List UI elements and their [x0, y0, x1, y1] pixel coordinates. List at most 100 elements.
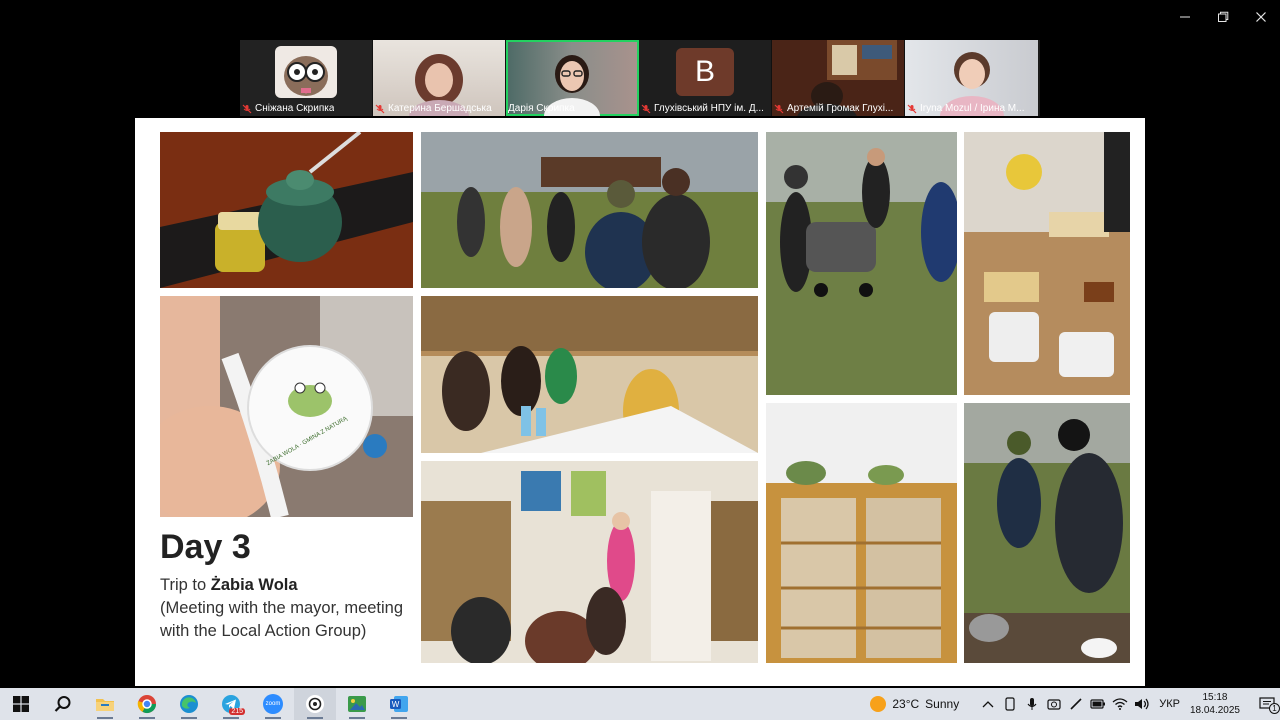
mic-muted-icon — [242, 104, 252, 113]
language-indicator[interactable]: УКР — [1159, 698, 1180, 710]
running-indicator — [97, 717, 113, 719]
volume-icon — [1135, 698, 1149, 710]
zoom-icon-label: zoom — [265, 701, 281, 707]
chrome-button[interactable] — [126, 688, 168, 720]
running-indicator — [265, 717, 281, 719]
weather-widget[interactable]: 23°C Sunny — [870, 696, 959, 712]
screen: Сніжана Скрипка Катерина Бершадська Дарі… — [0, 0, 1280, 720]
notifications-button[interactable]: 1 — [1254, 688, 1280, 720]
windows-logo-icon — [13, 696, 29, 712]
microphone-button[interactable] — [1022, 697, 1042, 711]
participant-tile-active[interactable]: Дарія Скрипка — [506, 40, 639, 116]
chrome-icon — [137, 695, 156, 714]
chevron-up-icon — [982, 701, 994, 708]
battery-icon — [1090, 699, 1106, 709]
taskbar: 215 zoom W 23°C Sunny УКР 15:18 18.04.20… — [0, 688, 1280, 720]
participant-tile[interactable]: B Глухівський НПУ ім. Д... — [639, 40, 772, 116]
pen-icon — [1070, 698, 1082, 710]
minimize-icon — [1180, 16, 1190, 18]
svg-text:W: W — [392, 700, 400, 709]
running-indicator — [181, 717, 197, 719]
participant-tile[interactable]: Iryna Mozul / Ірина М... — [905, 40, 1038, 116]
photo-frog-jar — [160, 132, 413, 288]
running-indicator — [391, 717, 407, 719]
start-button[interactable] — [0, 688, 42, 720]
participant-name: Дарія Скрипка — [508, 103, 575, 114]
slide-title: Day 3 — [160, 528, 251, 566]
mic-muted-icon — [375, 104, 385, 113]
close-button[interactable] — [1242, 0, 1280, 34]
file-explorer-button[interactable] — [84, 688, 126, 720]
minimize-button[interactable] — [1166, 0, 1204, 34]
zoom-icon: zoom — [263, 694, 283, 714]
wifi-icon — [1112, 698, 1128, 710]
restore-button[interactable] — [1204, 0, 1242, 34]
word-button[interactable]: W — [378, 688, 420, 720]
chatgpt-button[interactable] — [294, 688, 336, 720]
participant-name: Артемій Громак Глухі... — [774, 103, 902, 114]
close-icon — [1256, 12, 1266, 22]
chatgpt-icon — [306, 695, 324, 713]
photo-badge: ŻABIA WOLA · GMINA Z NATURĄ — [160, 296, 413, 517]
participant-name: Глухівський НПУ ім. Д... — [641, 103, 769, 114]
gallery-icon — [348, 696, 366, 712]
restore-icon — [1218, 11, 1229, 22]
running-indicator — [139, 717, 155, 719]
trip-description: Trip to Żabia Wola (Meeting with the may… — [160, 574, 410, 643]
edge-button[interactable] — [168, 688, 210, 720]
photo-table-group — [421, 296, 758, 453]
zoom-button[interactable]: zoom — [252, 688, 294, 720]
initial-avatar: B — [676, 48, 734, 96]
mic-muted-icon — [641, 104, 651, 113]
participant-name: Сніжана Скрипка — [242, 103, 370, 114]
folder-icon — [96, 699, 114, 711]
weather-text: Sunny — [925, 697, 960, 711]
volume-button[interactable] — [1132, 698, 1152, 710]
participant-tile[interactable]: Артемій Громак Глухі... — [772, 40, 905, 116]
telegram-unread-badge: 215 — [229, 708, 245, 715]
battery-button[interactable] — [1088, 698, 1108, 710]
tray-app-icon[interactable] — [1044, 697, 1064, 711]
telegram-button[interactable]: 215 — [210, 688, 252, 720]
tray-app-icon[interactable] — [1066, 697, 1086, 711]
trip-prefix: Trip to — [160, 576, 211, 594]
photo-park-stroller — [766, 132, 957, 395]
photo-meeting-room — [421, 461, 758, 663]
edge-icon — [180, 695, 198, 713]
search-icon — [54, 696, 71, 712]
running-indicator — [223, 717, 239, 719]
clock-time: 15:18 — [1202, 692, 1228, 703]
shared-slide: ŻABIA WOLA · GMINA Z NATURĄ Day 3 Trip t… — [135, 118, 1145, 686]
photo-food-table — [964, 132, 1130, 395]
running-indicator — [349, 717, 365, 719]
show-hidden-icons-button[interactable] — [978, 700, 998, 708]
word-icon: W — [390, 696, 408, 712]
participant-tile[interactable]: Сніжана Скрипка — [240, 40, 373, 116]
system-tray: 23°C Sunny УКР 15:18 18.04.2025 1 — [870, 688, 1280, 720]
wifi-button[interactable] — [1110, 698, 1130, 710]
participant-name: Iryna Mozul / Ірина М... — [907, 103, 1036, 114]
mic-muted-icon — [907, 104, 917, 113]
tray-app-icon[interactable] — [1000, 697, 1020, 711]
search-button[interactable] — [42, 688, 84, 720]
mic-muted-icon — [774, 104, 784, 113]
window-controls — [1166, 0, 1280, 34]
clock-date: 18.04.2025 — [1189, 705, 1240, 716]
weather-temp: 23°C — [892, 697, 920, 711]
photo-museum-shelves — [766, 403, 957, 663]
camera-icon — [1047, 699, 1061, 710]
gallery-button[interactable] — [336, 688, 378, 720]
participant-tile[interactable]: Катерина Бершадська — [373, 40, 506, 116]
owl-avatar-icon — [275, 46, 337, 98]
trip-details: (Meeting with the mayor, meeting with th… — [160, 599, 404, 640]
device-icon — [1005, 697, 1015, 711]
microphone-icon — [1027, 698, 1037, 710]
clock[interactable]: 15:18 18.04.2025 — [1190, 691, 1240, 717]
participant-strip: Сніжана Скрипка Катерина Бершадська Дарі… — [240, 40, 1040, 116]
trip-place: Żabia Wola — [210, 576, 298, 594]
photo-group-outdoor — [421, 132, 758, 288]
notification-count: 1 — [1269, 703, 1280, 714]
running-indicator — [307, 717, 323, 719]
sun-icon — [870, 696, 887, 712]
photo-outdoor-cooking — [964, 403, 1130, 663]
